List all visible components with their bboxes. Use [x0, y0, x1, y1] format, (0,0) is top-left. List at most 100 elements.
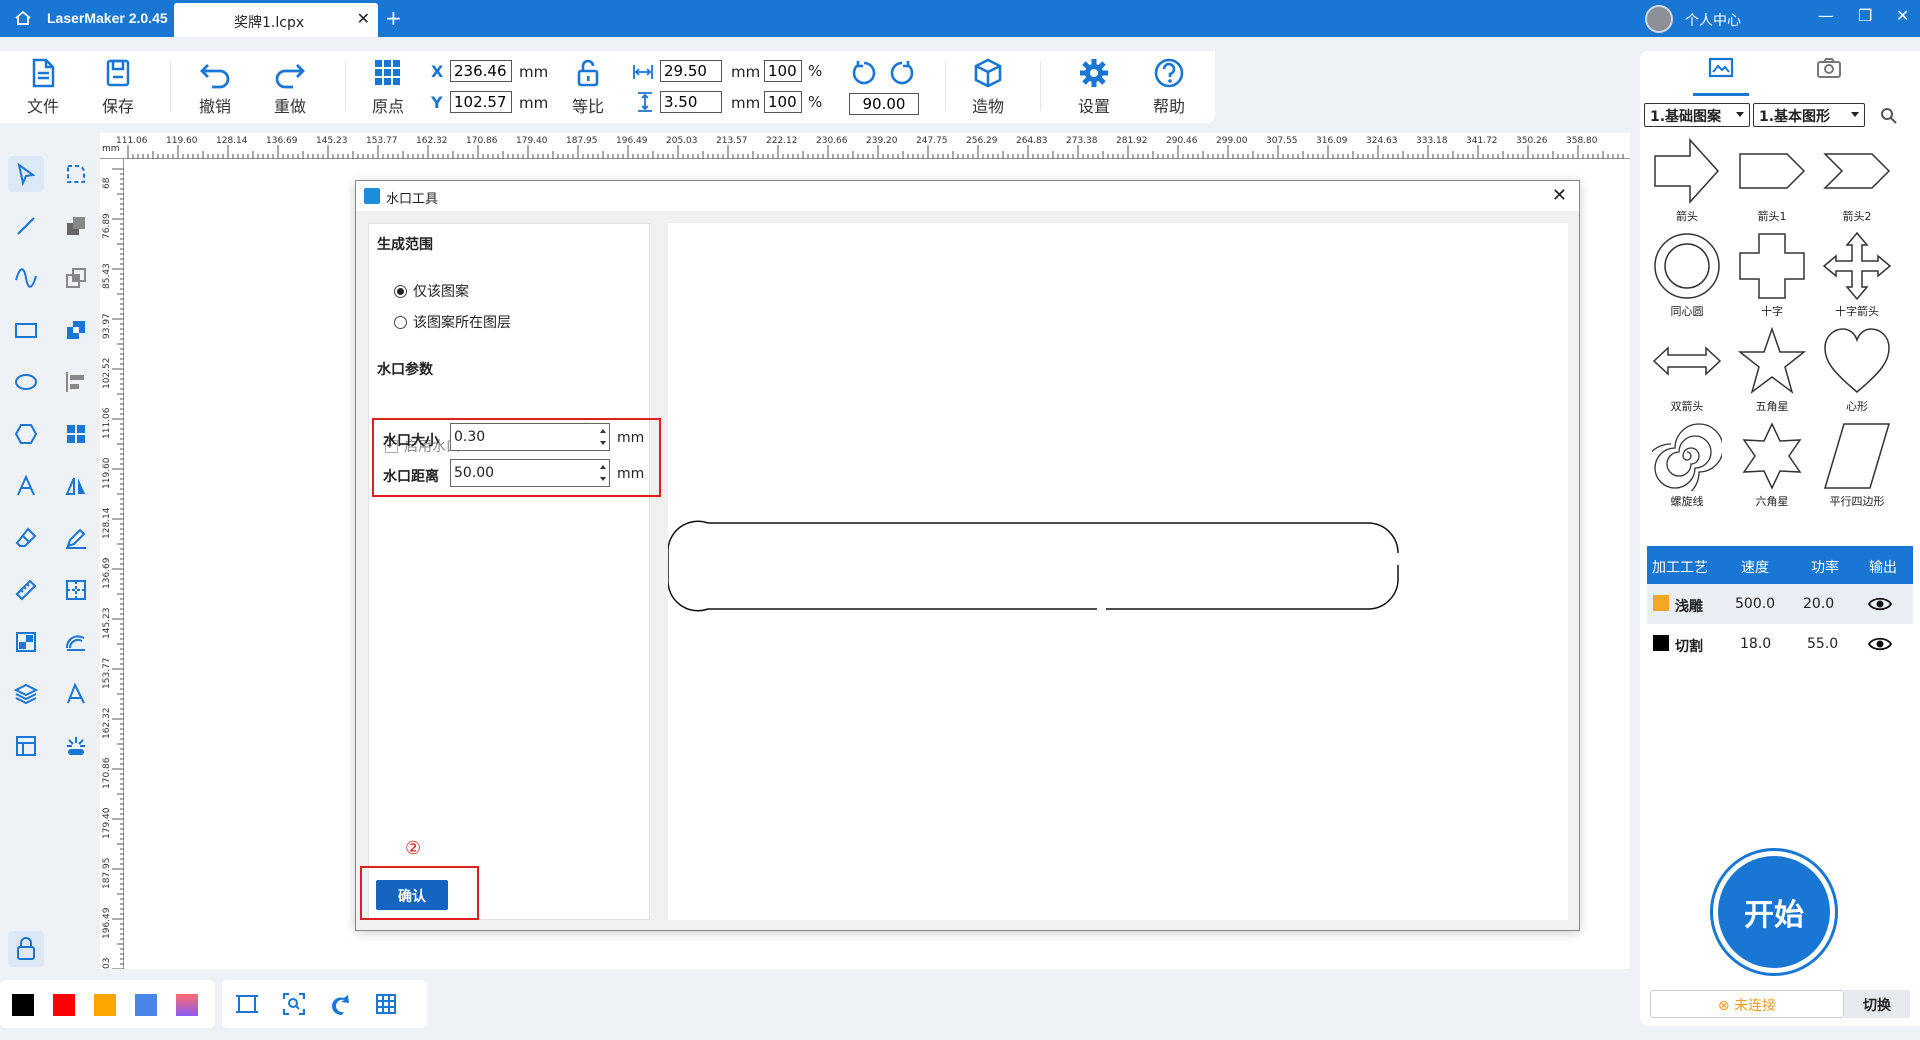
color-swatch-orange[interactable] [94, 994, 116, 1016]
confirm-button[interactable]: 确认 [376, 880, 448, 910]
sketch-tool[interactable] [58, 520, 94, 556]
radio-this-pattern[interactable]: 仅该图案 [394, 281, 469, 301]
shape-parallelogram[interactable]: 平行四边形 [1815, 421, 1899, 513]
shape-star6[interactable]: 六角星 [1730, 421, 1814, 513]
array-tool[interactable] [58, 416, 94, 452]
hand-pan-icon[interactable] [328, 992, 352, 1016]
polygon-tool[interactable] [8, 416, 44, 452]
tab-shapes[interactable] [1693, 56, 1749, 96]
shape-cross-arrow[interactable]: 十字箭头 [1815, 231, 1899, 323]
close-window-icon[interactable]: ✕ [1896, 6, 1909, 25]
measure-tool[interactable] [8, 572, 44, 608]
fit-frame-icon[interactable] [235, 992, 259, 1016]
build-label: 造物 [971, 97, 1004, 116]
equal-ratio-button[interactable]: 等比 [560, 57, 616, 117]
shape-arrow2[interactable]: 箭头2 [1815, 136, 1899, 228]
shape-arrow1[interactable]: 箭头1 [1730, 136, 1814, 228]
zoom-fit-icon[interactable] [282, 992, 306, 1016]
color-swatch-black[interactable] [12, 994, 34, 1016]
rotate-ccw-icon[interactable] [850, 59, 878, 87]
save-button[interactable]: 保存 [90, 57, 146, 117]
redo-button[interactable]: 重做 [262, 57, 318, 117]
layers-tool[interactable] [8, 676, 44, 712]
intersect-tool[interactable] [58, 260, 94, 296]
switch-button[interactable]: 切换 [1844, 990, 1910, 1018]
x-input[interactable] [450, 60, 512, 82]
table-row[interactable]: 浅雕 500.0 20.0 [1647, 584, 1913, 624]
new-tab-button[interactable]: + [385, 6, 402, 30]
start-button[interactable]: 开始 [1710, 848, 1838, 976]
close-tab-icon[interactable]: ✕ [357, 9, 370, 28]
text-tool[interactable] [8, 468, 44, 504]
build-button[interactable]: 造物 [960, 57, 1016, 117]
shape-concentric[interactable]: 同心圆 [1645, 231, 1729, 323]
table-row[interactable]: 切割 18.0 55.0 [1647, 624, 1913, 664]
file-button[interactable]: 文件 [15, 57, 71, 117]
maximize-icon[interactable]: ❐ [1858, 6, 1872, 25]
rectangle-icon [15, 323, 37, 338]
eye-icon[interactable] [1868, 636, 1892, 652]
minimize-icon[interactable]: — [1818, 6, 1834, 25]
tab-tool[interactable] [58, 572, 94, 608]
color-swatch-red[interactable] [53, 994, 75, 1016]
curve-tool[interactable] [8, 260, 44, 296]
trace-tool[interactable] [58, 624, 94, 660]
shape-heart[interactable]: 心形 [1815, 326, 1899, 418]
origin-button[interactable]: 原点 [360, 57, 416, 117]
node-edit-tool[interactable] [58, 156, 94, 192]
width-percent-input[interactable] [764, 60, 802, 82]
cursor-icon [17, 162, 36, 186]
connection-status[interactable]: ⊗ 未连接 [1650, 990, 1844, 1018]
combine-tool[interactable] [58, 208, 94, 244]
user-center[interactable]: 个人中心 [1685, 10, 1741, 30]
tab-distance-input[interactable]: 50.00 [450, 459, 610, 487]
connection-status-text: 未连接 [1734, 998, 1777, 1014]
width-input[interactable] [660, 60, 722, 82]
home-icon[interactable] [14, 9, 32, 27]
settings-button[interactable]: 设置 [1066, 57, 1122, 117]
spin-up-icon[interactable] [600, 465, 606, 469]
mirror-tool[interactable] [58, 468, 94, 504]
shape-star5[interactable]: 五角星 [1730, 326, 1814, 418]
rotate-cw-icon[interactable] [888, 59, 916, 87]
shape-spiral[interactable]: 螺旋线 [1645, 421, 1729, 513]
subcategory-select[interactable]: 1.基本图形 [1753, 103, 1865, 127]
select-tool[interactable] [8, 156, 44, 192]
help-button[interactable]: 帮助 [1141, 57, 1197, 117]
ellipse-tool[interactable] [8, 364, 44, 400]
shape-cross[interactable]: 十字 [1730, 231, 1814, 323]
nest-tool[interactable] [58, 676, 94, 712]
line-tool[interactable] [8, 208, 44, 244]
document-tab[interactable]: 奖牌1.lcpx ✕ [174, 3, 378, 37]
close-icon[interactable]: ✕ [1552, 185, 1567, 206]
height-input[interactable] [660, 91, 722, 113]
column-header: 速度 [1741, 560, 1769, 576]
search-icon[interactable] [1880, 107, 1898, 125]
rotate-input[interactable] [849, 93, 919, 115]
shape-double-arrow[interactable]: 双箭头 [1645, 326, 1729, 418]
grid-icon[interactable] [374, 992, 398, 1016]
align-tool[interactable] [58, 364, 94, 400]
rectangle-tool[interactable] [8, 312, 44, 348]
color-swatch-gradient[interactable] [176, 994, 198, 1016]
height-percent-input[interactable] [764, 91, 802, 113]
lock-button[interactable] [8, 931, 44, 967]
shape-arrow[interactable]: 箭头 [1645, 136, 1729, 228]
eraser-tool[interactable] [8, 520, 44, 556]
avatar[interactable] [1645, 5, 1673, 33]
spin-up-icon[interactable] [600, 429, 606, 433]
template-tool[interactable] [8, 728, 44, 764]
tab-size-input[interactable]: 0.30 [450, 423, 610, 451]
radio-pattern-layer[interactable]: 该图案所在图层 [394, 312, 511, 332]
laser-tool[interactable] [58, 728, 94, 764]
eye-icon[interactable] [1868, 596, 1892, 612]
category-select[interactable]: 1.基础图案 [1644, 103, 1750, 127]
spin-down-icon[interactable] [600, 441, 606, 445]
subtract-tool[interactable] [58, 312, 94, 348]
color-swatch-blue[interactable] [135, 994, 157, 1016]
y-input[interactable] [450, 91, 512, 113]
spin-down-icon[interactable] [600, 477, 606, 481]
undo-button[interactable]: 撤销 [187, 57, 243, 117]
image-tool[interactable] [8, 624, 44, 660]
tab-camera[interactable] [1815, 56, 1843, 84]
